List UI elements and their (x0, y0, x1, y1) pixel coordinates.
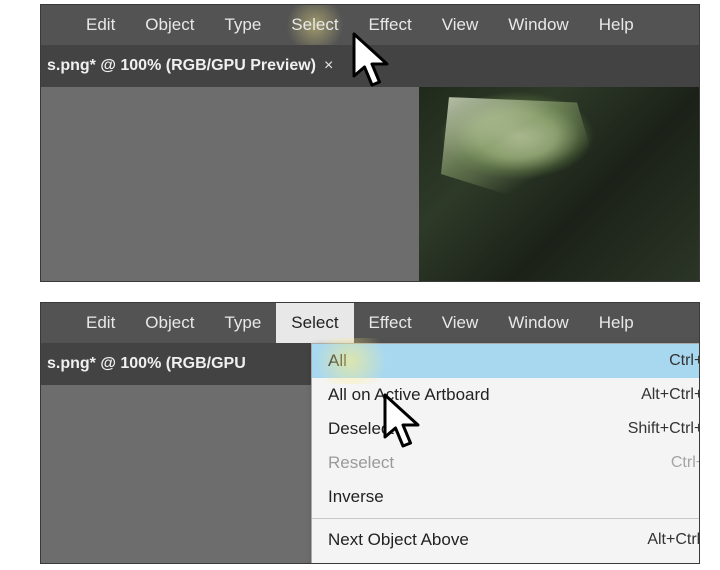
menu-item-label: Reselect (328, 453, 394, 473)
screenshot-bottom: Edit Object Type Select Effect View Wind… (40, 302, 700, 564)
menu-item-inverse[interactable]: Inverse (312, 480, 700, 514)
menu-item-all-on-active-artboard[interactable]: All on Active Artboard Alt+Ctrl+A (312, 378, 700, 412)
document-tab[interactable]: s.png* @ 100% (RGB/GPU Preview) (41, 45, 334, 87)
menu-item-next-object-below[interactable]: Next Object Below Alt+Ctrl+[ (312, 557, 700, 564)
menu-select[interactable]: Select (276, 303, 353, 343)
menu-item-shortcut: Shift+Ctrl+A (628, 420, 700, 438)
menu-view[interactable]: View (427, 303, 494, 343)
menu-item-all[interactable]: All Ctrl+A (312, 344, 700, 378)
menu-item-label: Next Object Above (328, 530, 469, 550)
menu-item-reselect: Reselect Ctrl+6 (312, 446, 700, 480)
menubar: Edit Object Type Select Effect View Wind… (41, 5, 699, 45)
menu-type[interactable]: Type (209, 5, 276, 45)
menu-effect[interactable]: Effect (354, 5, 427, 45)
menu-help[interactable]: Help (584, 5, 649, 45)
menu-object[interactable]: Object (130, 303, 209, 343)
screenshot-top: Edit Object Type Select Effect View Wind… (40, 4, 700, 282)
menu-item-shortcut: Ctrl+6 (671, 454, 700, 472)
menu-edit[interactable]: Edit (71, 5, 130, 45)
menu-item-shortcut: Alt+Ctrl+] (647, 531, 700, 549)
menu-item-label: All (328, 351, 347, 371)
select-menu-dropdown: All Ctrl+A All on Active Artboard Alt+Ct… (311, 343, 700, 564)
canvas[interactable] (41, 87, 699, 281)
menu-item-label: Inverse (328, 487, 384, 507)
menu-type[interactable]: Type (209, 303, 276, 343)
menu-item-shortcut: Alt+Ctrl+A (641, 386, 700, 404)
menu-item-deselect[interactable]: Deselect Shift+Ctrl+A (312, 412, 700, 446)
close-icon[interactable]: × (324, 57, 333, 75)
menu-view[interactable]: View (427, 5, 494, 45)
menu-object[interactable]: Object (130, 5, 209, 45)
menu-window[interactable]: Window (493, 5, 583, 45)
artwork-preview (419, 87, 699, 281)
menu-effect[interactable]: Effect (354, 303, 427, 343)
menu-separator (312, 518, 700, 519)
document-tabbar: s.png* @ 100% (RGB/GPU Preview) × (41, 45, 699, 87)
menu-item-label: All on Active Artboard (328, 385, 490, 405)
menu-window[interactable]: Window (493, 303, 583, 343)
menu-select[interactable]: Select (276, 5, 353, 45)
menu-help[interactable]: Help (584, 303, 649, 343)
menu-edit[interactable]: Edit (71, 303, 130, 343)
menubar: Edit Object Type Select Effect View Wind… (41, 303, 699, 343)
menu-item-shortcut: Ctrl+A (669, 352, 700, 370)
menu-item-label: Deselect (328, 419, 394, 439)
document-tab[interactable]: s.png* @ 100% (RGB/GPU (41, 343, 264, 385)
menu-item-next-object-above[interactable]: Next Object Above Alt+Ctrl+] (312, 523, 700, 557)
